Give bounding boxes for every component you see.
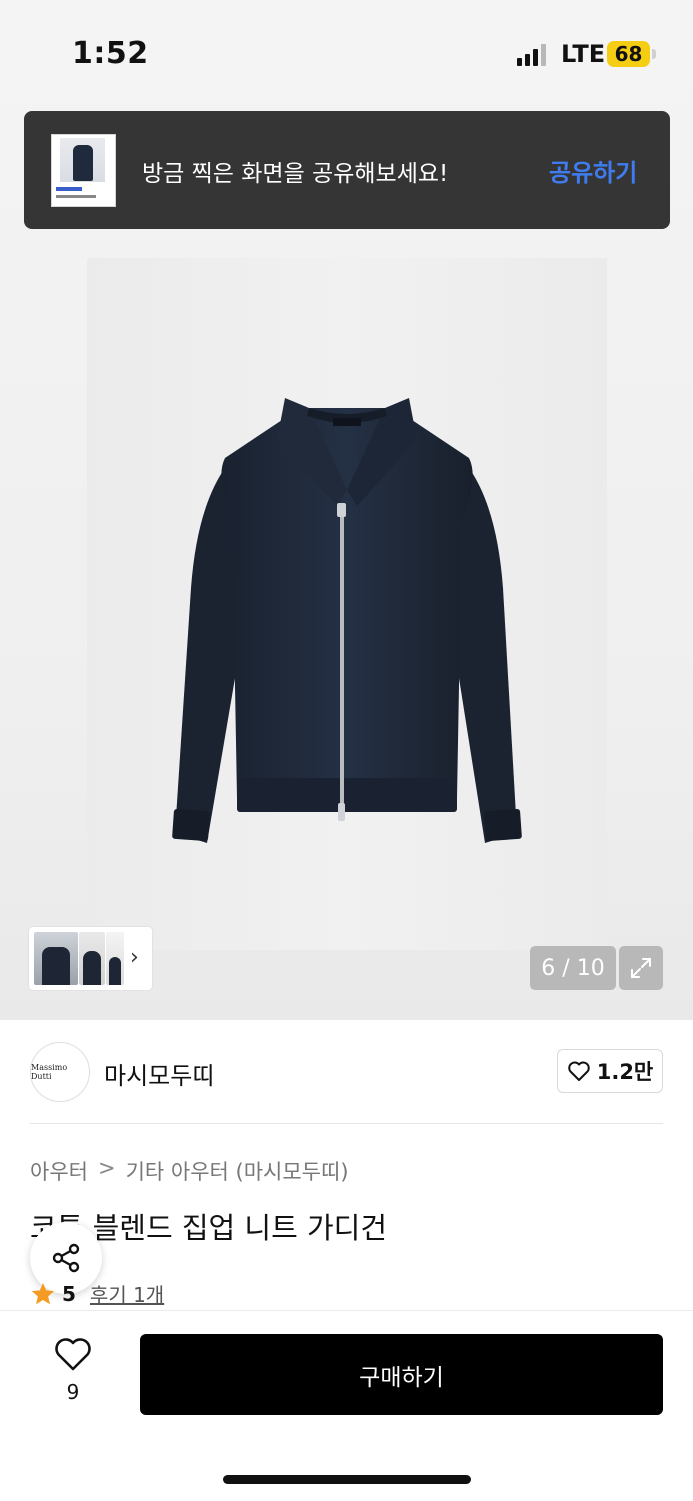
reviews-link[interactable]: 후기 1개 — [90, 1279, 164, 1308]
share-banner-button[interactable]: 공유하기 — [549, 153, 637, 188]
thumbnail-strip[interactable]: › — [29, 927, 152, 990]
brand-like-count: 1.2만 — [596, 1060, 654, 1084]
breadcrumb-separator: > — [97, 1156, 116, 1180]
heart-icon — [567, 1061, 590, 1081]
thumbnail-2[interactable] — [79, 932, 105, 985]
battery-level: 68 — [614, 42, 643, 66]
share-banner-message: 방금 찍은 화면을 공유해보세요! — [142, 161, 449, 187]
heart-icon — [55, 1338, 91, 1371]
rating-score: 5 — [62, 1281, 76, 1306]
battery-cap — [652, 49, 656, 59]
breadcrumb-level2[interactable]: 기타 아우터 (마시모두띠) — [126, 1156, 349, 1186]
brand-logo[interactable]: Massimo Dutti — [30, 1042, 90, 1102]
network-type: LTE — [561, 40, 606, 68]
breadcrumb-level1[interactable]: 아우터 — [30, 1156, 88, 1186]
wishlist-count: 9 — [66, 1380, 80, 1404]
share-icon — [52, 1243, 80, 1273]
share-banner: 방금 찍은 화면을 공유해보세요! 공유하기 — [24, 111, 670, 229]
image-counter: 6 / 10 — [530, 946, 616, 990]
chevron-right-icon[interactable]: › — [130, 945, 139, 970]
buy-button[interactable]: 구매하기 — [140, 1334, 663, 1415]
cardigan-illustration — [172, 398, 522, 843]
wishlist-button[interactable]: 9 — [48, 1336, 98, 1404]
thumbnail-3[interactable] — [106, 932, 124, 985]
product-image[interactable] — [87, 258, 607, 950]
screenshot-thumbnail[interactable] — [51, 134, 116, 207]
product-rating: 5 후기 1개 — [30, 1279, 164, 1308]
brand-name[interactable]: 마시모두띠 — [104, 1056, 214, 1091]
home-indicator[interactable] — [223, 1475, 471, 1484]
brand-like-button[interactable]: 1.2만 — [557, 1049, 663, 1093]
signal-icon — [517, 44, 546, 66]
thumbnail-1[interactable] — [34, 932, 78, 985]
brand-logo-text: Massimo Dutti — [31, 1063, 68, 1081]
expand-icon[interactable] — [619, 946, 663, 990]
divider — [30, 1123, 663, 1124]
star-icon — [31, 1282, 55, 1304]
status-time: 1:52 — [72, 36, 149, 71]
battery-icon: 68 — [607, 41, 650, 67]
breadcrumb: 아우터 > 기타 아우터 (마시모두띠) — [30, 1156, 349, 1186]
